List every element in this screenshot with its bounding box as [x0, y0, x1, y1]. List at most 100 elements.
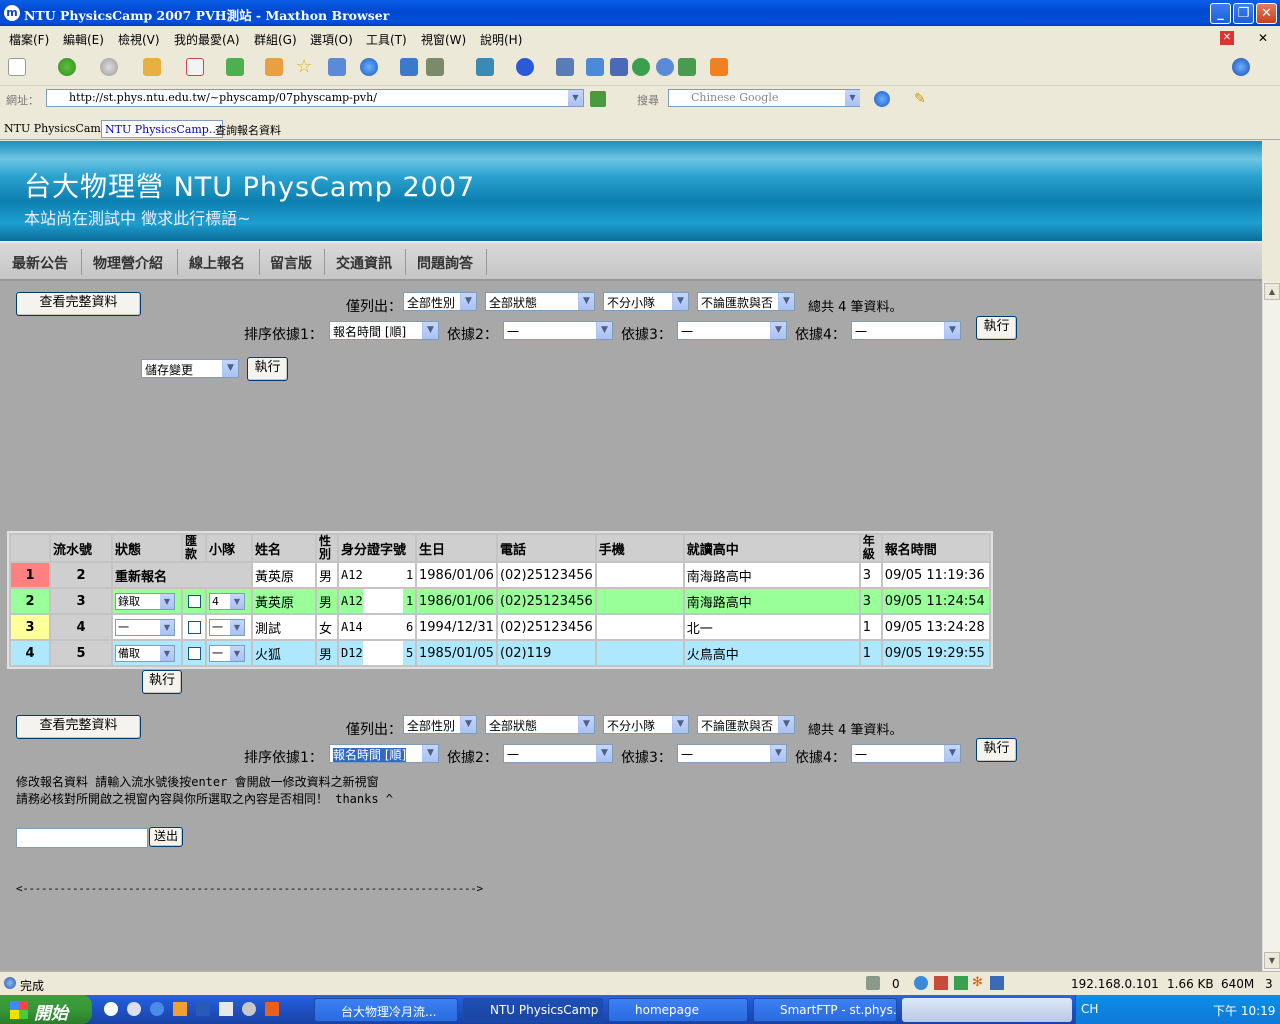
tab-query-registration[interactable]: 查詢報名資料: [212, 120, 284, 138]
batch-action-select[interactable]: 儲存變更 ▼: [141, 359, 239, 378]
translate-icon[interactable]: [678, 58, 696, 76]
status-select[interactable]: 錄取 ▼: [115, 592, 175, 610]
menu-favorites[interactable]: 我的最愛(A): [174, 31, 240, 48]
split-icon[interactable]: [476, 58, 494, 76]
col-school[interactable]: 就讀高中: [684, 535, 859, 561]
sort2-select-top[interactable]: 一 ▼: [503, 321, 613, 340]
adblock-icon[interactable]: [934, 976, 948, 990]
sort3-select-top[interactable]: 一 ▼: [677, 321, 787, 340]
menu-view[interactable]: 檢視(V): [118, 31, 160, 48]
back-icon[interactable]: [58, 58, 76, 76]
gender-select-top[interactable]: 全部性別 ▼: [403, 292, 477, 311]
url-input[interactable]: http://st.phys.ntu.edu.tw/~physcamp/07ph…: [46, 89, 584, 107]
taskbar-item-physcamp[interactable]: NTU PhysicsCamp ...: [463, 998, 603, 1022]
col-reg-time[interactable]: 報名時間: [882, 535, 989, 561]
sort2-select-bottom[interactable]: 一 ▼: [503, 744, 613, 763]
new-page-icon[interactable]: [8, 58, 26, 76]
plugin-icon[interactable]: [954, 976, 968, 990]
sort1-select-top[interactable]: 報名時間 [順] ▼: [329, 321, 439, 340]
view-all-button-top[interactable]: 查看完整資料: [16, 292, 141, 316]
menu-file[interactable]: 檔案(F): [9, 31, 49, 48]
url-dropdown-icon[interactable]: ▼: [568, 90, 583, 106]
quicklaunch-media-icon[interactable]: [265, 1002, 279, 1016]
paid-select-top[interactable]: 不論匯款與否 ▼: [697, 292, 795, 311]
home-icon[interactable]: [265, 58, 283, 76]
team-select-top[interactable]: 不分小隊 ▼: [603, 292, 689, 311]
sort4-select-bottom[interactable]: 一 ▼: [851, 744, 961, 763]
nav-online-registration[interactable]: 線上報名: [189, 253, 245, 273]
quicklaunch-doc-icon[interactable]: [219, 1002, 233, 1016]
highlight-pen-icon[interactable]: ✎: [914, 91, 930, 107]
paid-checkbox[interactable]: [187, 594, 201, 608]
col-serial[interactable]: 流水號: [51, 535, 111, 561]
nav-guestbook[interactable]: 留言版: [270, 253, 312, 273]
execute-table-button[interactable]: 執行: [142, 670, 182, 694]
col-gender[interactable]: 性別: [317, 535, 337, 561]
status-select[interactable]: 一 ▼: [115, 618, 175, 636]
sort3-select-bottom[interactable]: 一 ▼: [677, 744, 787, 763]
group-icon[interactable]: [328, 58, 346, 76]
scroll-up-icon[interactable]: ▲: [1264, 283, 1280, 300]
search-engine-icon[interactable]: [874, 91, 890, 107]
sync-status-icon[interactable]: [914, 976, 928, 990]
scroll-down-icon[interactable]: ▼: [1264, 952, 1280, 969]
restore-button[interactable]: ❐: [1233, 3, 1254, 24]
forward-icon[interactable]: [100, 58, 118, 76]
go-icon[interactable]: [590, 91, 606, 107]
close-button[interactable]: ✕: [1256, 3, 1277, 24]
maxthon-globe-icon[interactable]: [1232, 58, 1250, 76]
status-select-top[interactable]: 全部狀態 ▼: [485, 292, 595, 311]
execute-sort-button-top[interactable]: 執行: [976, 316, 1017, 340]
list-icon[interactable]: [610, 58, 628, 76]
status-select[interactable]: 備取 ▼: [115, 644, 175, 662]
start-button[interactable]: 開始: [0, 995, 92, 1024]
nav-announcements[interactable]: 最新公告: [12, 253, 68, 273]
nav-camp-intro[interactable]: 物理營介紹: [93, 253, 163, 273]
search-input[interactable]: Chinese Google: [668, 89, 860, 107]
taskbar-item-homepage[interactable]: homepage: [608, 998, 748, 1022]
tab-physcamp-2[interactable]: NTU PhysicsCamp...: [101, 120, 224, 138]
quicklaunch-browser-icon[interactable]: [104, 1002, 118, 1016]
quicklaunch-maxthon-icon[interactable]: [127, 1002, 141, 1016]
up-icon[interactable]: [143, 58, 161, 76]
menu-help[interactable]: 說明(H): [480, 31, 522, 48]
paid-checkbox[interactable]: [187, 646, 201, 660]
menu-tools[interactable]: 工具(T): [366, 31, 407, 48]
nav-faq[interactable]: 問題詢答: [417, 253, 473, 273]
team-select-bottom[interactable]: 不分小隊 ▼: [603, 715, 689, 734]
col-phone[interactable]: 電話: [497, 535, 595, 561]
quicklaunch-outlook-icon[interactable]: [173, 1002, 187, 1016]
web-icon[interactable]: [656, 58, 674, 76]
tile-icon[interactable]: [556, 58, 574, 76]
col-grade[interactable]: 年級: [860, 535, 881, 561]
stop-icon[interactable]: [186, 58, 204, 76]
status-select-bottom[interactable]: 全部狀態 ▼: [485, 715, 595, 734]
sort4-select-top[interactable]: 一 ▼: [851, 321, 961, 340]
col-name[interactable]: 姓名: [253, 535, 315, 561]
col-status[interactable]: 狀態: [113, 535, 181, 561]
window-close-small-icon[interactable]: ✕: [1258, 31, 1268, 45]
mouse-gesture-icon[interactable]: [990, 976, 1004, 990]
taskbar-item-smartftp[interactable]: SmartFTP - st.phys....: [753, 998, 897, 1022]
favorites-star-icon[interactable]: ☆: [296, 58, 314, 76]
vertical-scrollbar[interactable]: ▲ ▼: [1262, 282, 1280, 971]
quicklaunch-ie-icon[interactable]: [150, 1002, 164, 1016]
media-player-toolbar[interactable]: [902, 998, 1072, 1022]
undo-icon[interactable]: [516, 58, 534, 76]
minimize-button[interactable]: _: [1210, 3, 1231, 24]
quicklaunch-explorer-icon[interactable]: [242, 1002, 256, 1016]
quicklaunch-word-icon[interactable]: [196, 1002, 210, 1016]
gender-select-bottom[interactable]: 全部性別 ▼: [403, 715, 477, 734]
sync-icon[interactable]: [632, 58, 650, 76]
sort1-select-bottom[interactable]: 報名時間 [順] ▼: [329, 744, 439, 763]
rss-icon[interactable]: [710, 58, 728, 76]
menu-groups[interactable]: 群組(G): [254, 31, 297, 48]
team-select[interactable]: 一 ▼: [209, 644, 245, 662]
team-select[interactable]: 4 ▼: [209, 592, 245, 610]
language-indicator[interactable]: CH: [1081, 1002, 1098, 1016]
paid-checkbox[interactable]: [187, 620, 201, 634]
search-dropdown-icon[interactable]: ▼: [845, 90, 860, 106]
tab-close-icon[interactable]: ✕: [1220, 31, 1234, 45]
view-icon[interactable]: [586, 58, 604, 76]
col-id-number[interactable]: 身分證字號: [339, 535, 415, 561]
